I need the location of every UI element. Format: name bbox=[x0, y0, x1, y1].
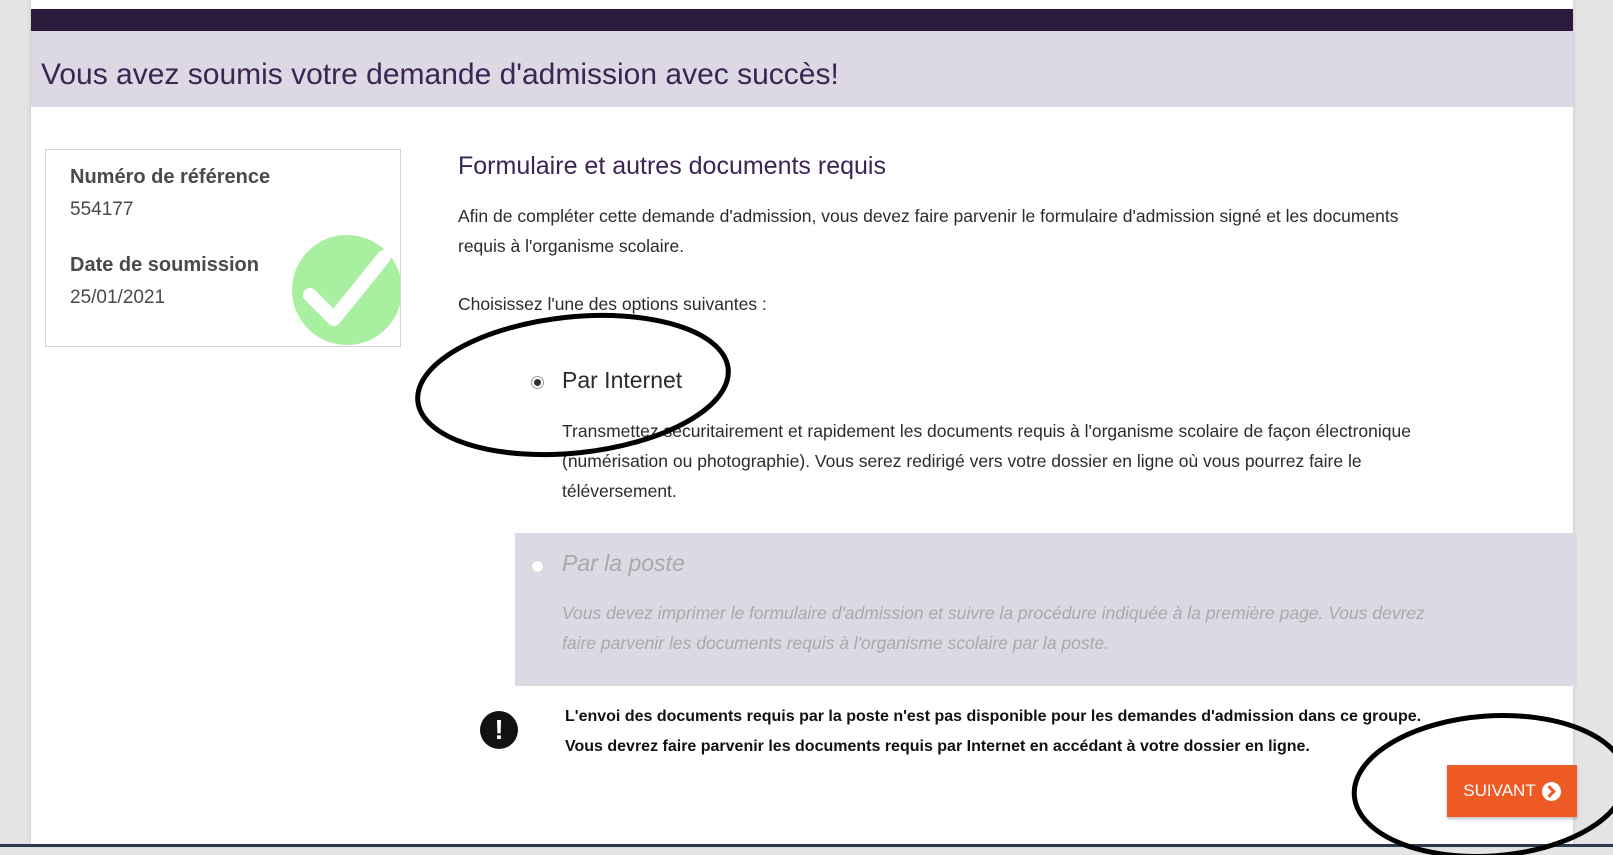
bottom-divider bbox=[0, 844, 1613, 847]
chevron-circle-right-icon bbox=[1541, 781, 1561, 801]
reference-number-label: Numéro de référence bbox=[70, 166, 271, 188]
page-container: Vous avez soumis votre demande d'admissi… bbox=[31, 0, 1577, 845]
warning-line-1: L'envoi des documents requis par la post… bbox=[565, 708, 1422, 725]
reference-card: Numéro de référence 554177 Date de soumi… bbox=[45, 149, 401, 347]
top-bar bbox=[31, 9, 1573, 31]
intro-line-1: Afin de compléter cette demande d'admiss… bbox=[458, 206, 1399, 226]
warning-line-2: Vous devrez faire parvenir les documents… bbox=[565, 738, 1310, 755]
option-internet-desc-line-3: téléversement. bbox=[562, 481, 677, 501]
option-poste-desc-line-2: faire parvenir les documents requis à l'… bbox=[562, 633, 1110, 653]
submission-date-label: Date de soumission bbox=[70, 254, 259, 276]
success-check-icon bbox=[292, 235, 400, 345]
next-button[interactable]: SUIVANT bbox=[1447, 765, 1577, 817]
section-title: Formulaire et autres documents requis bbox=[458, 152, 886, 180]
submission-date-value: 25/01/2021 bbox=[70, 287, 166, 308]
warning-message: L'envoi des documents requis par la post… bbox=[565, 702, 1545, 762]
intro-text: Afin de compléter cette demande d'admiss… bbox=[458, 201, 1548, 261]
intro-line-2: requis à l'organisme scolaire. bbox=[458, 236, 685, 256]
reference-number-value: 554177 bbox=[70, 199, 134, 220]
option-internet-label[interactable]: Par Internet bbox=[562, 367, 682, 394]
radio-internet[interactable] bbox=[531, 376, 544, 389]
option-internet-desc-line-2: (numérisation ou photographie). Vous ser… bbox=[562, 451, 1362, 471]
next-button-label: SUIVANT bbox=[1463, 781, 1536, 800]
option-internet-description: Transmettez sécuritairement et rapidemen… bbox=[562, 416, 1411, 506]
option-poste-desc-line-1: Vous devez imprimer le formulaire d'admi… bbox=[562, 603, 1425, 623]
option-poste-label: Par la poste bbox=[562, 550, 685, 576]
page-title: Vous avez soumis votre demande d'admissi… bbox=[41, 58, 839, 91]
option-poste-description: Vous devez imprimer le formulaire d'admi… bbox=[562, 598, 1425, 658]
option-internet-desc-line-1: Transmettez sécuritairement et rapidemen… bbox=[562, 421, 1411, 441]
exclamation-icon: ! bbox=[480, 711, 518, 749]
choose-prompt: Choisissez l'une des options suivantes : bbox=[458, 294, 767, 314]
radio-poste bbox=[531, 560, 544, 573]
